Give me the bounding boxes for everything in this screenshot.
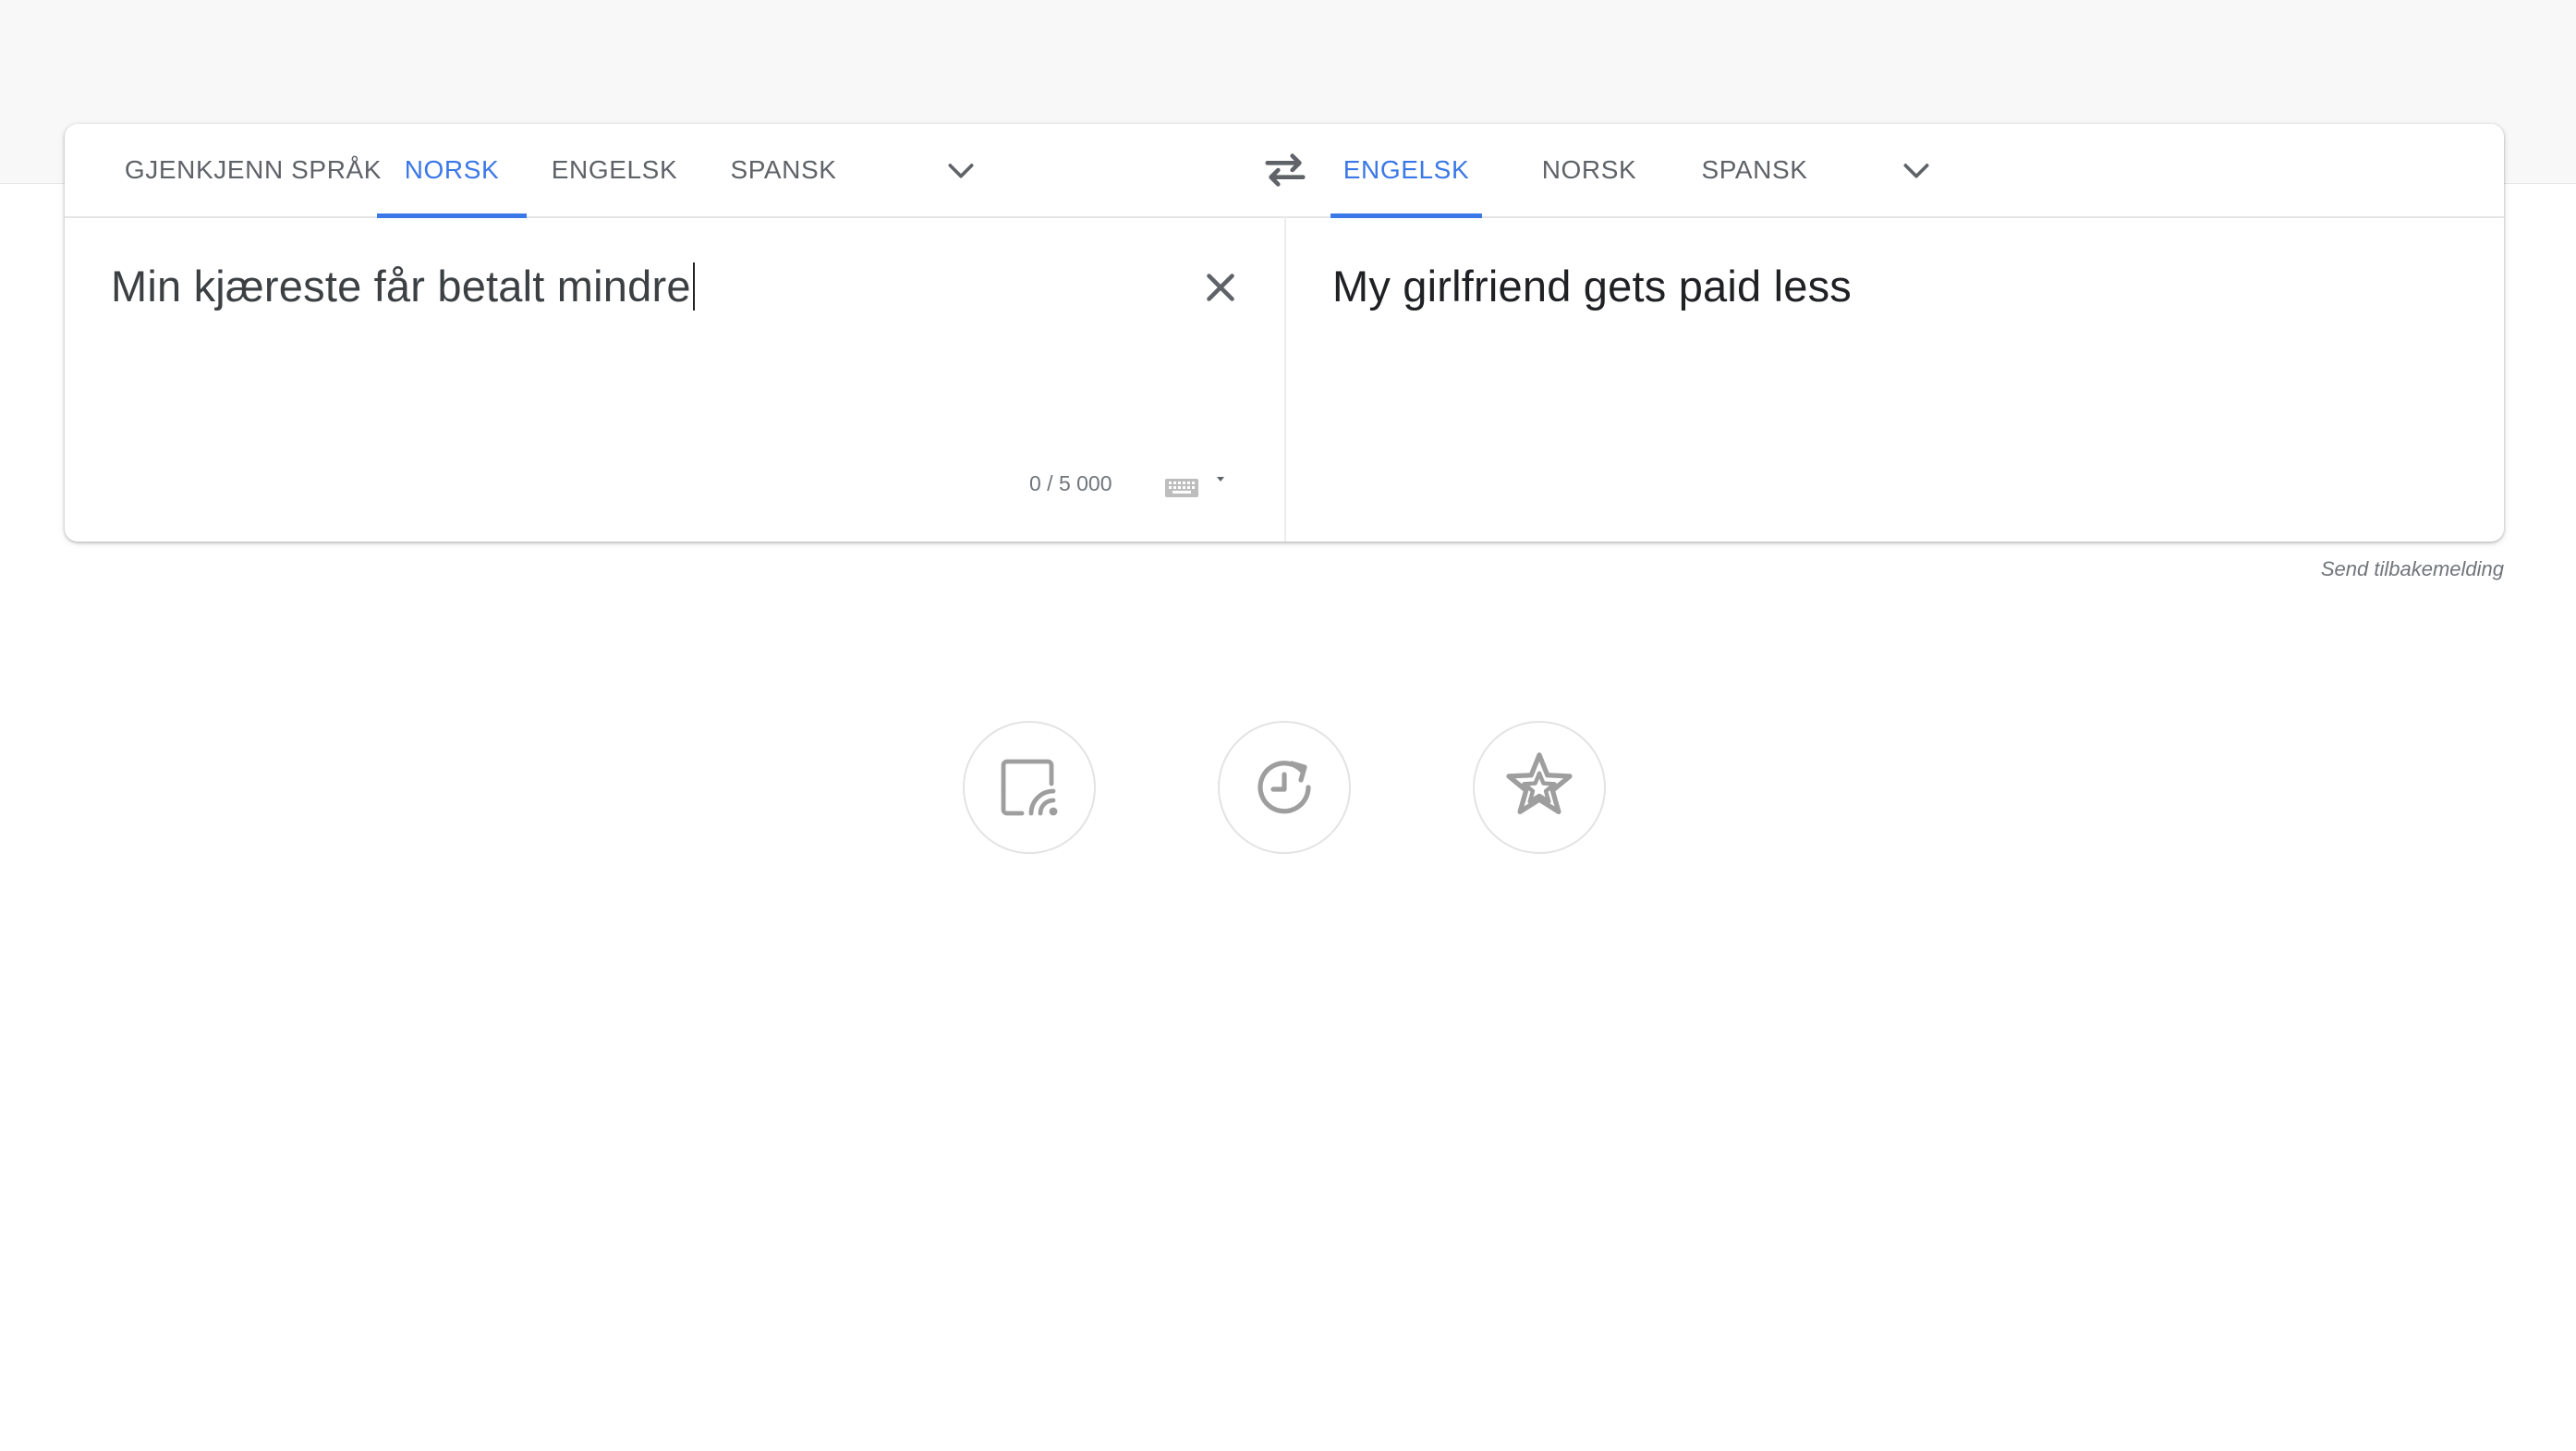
- saved-cast-icon: [1001, 759, 1058, 816]
- target-more-languages-chevron-down-icon[interactable]: [1898, 152, 1935, 189]
- language-bar: GJENKJENN SPRÅK NORSK ENGELSK SPANSK ENG…: [65, 124, 2504, 218]
- saved-translations-button[interactable]: [1473, 721, 1606, 854]
- panel-divider: [1284, 216, 1286, 542]
- tab-target-spanish[interactable]: SPANSK: [1689, 124, 1820, 216]
- character-count: 0 / 5 000: [1029, 471, 1112, 495]
- history-icon: [1258, 761, 1311, 814]
- tab-target-norwegian[interactable]: NORSK: [1525, 124, 1654, 216]
- source-more-languages-chevron-down-icon[interactable]: [942, 152, 979, 189]
- tab-target-english[interactable]: ENGELSK: [1331, 124, 1482, 218]
- saved-cast-button[interactable]: [963, 721, 1096, 854]
- tab-source-spanish[interactable]: SPANSK: [719, 124, 848, 216]
- source-text-value: Min kjæreste får betalt mindre: [111, 262, 691, 311]
- tab-source-norwegian[interactable]: NORSK: [377, 124, 527, 218]
- tab-detect-language[interactable]: GJENKJENN SPRÅK: [96, 124, 410, 216]
- swap-languages-icon[interactable]: [1262, 150, 1308, 190]
- saved-stars-icon: [1506, 752, 1573, 815]
- send-feedback-link[interactable]: Send tilbakemelding: [2321, 557, 2504, 581]
- translated-text: My girlfriend gets paid less: [1332, 262, 1853, 311]
- keyboard-icon[interactable]: [1162, 468, 1236, 501]
- translator-card: GJENKJENN SPRÅK NORSK ENGELSK SPANSK ENG…: [65, 124, 2504, 542]
- text-cursor: [692, 262, 695, 311]
- source-text-input[interactable]: Min kjæreste får betalt mindre: [111, 261, 695, 311]
- tab-source-english[interactable]: ENGELSK: [541, 124, 688, 216]
- history-button[interactable]: [1218, 721, 1351, 854]
- clear-text-close-icon[interactable]: [1197, 264, 1244, 311]
